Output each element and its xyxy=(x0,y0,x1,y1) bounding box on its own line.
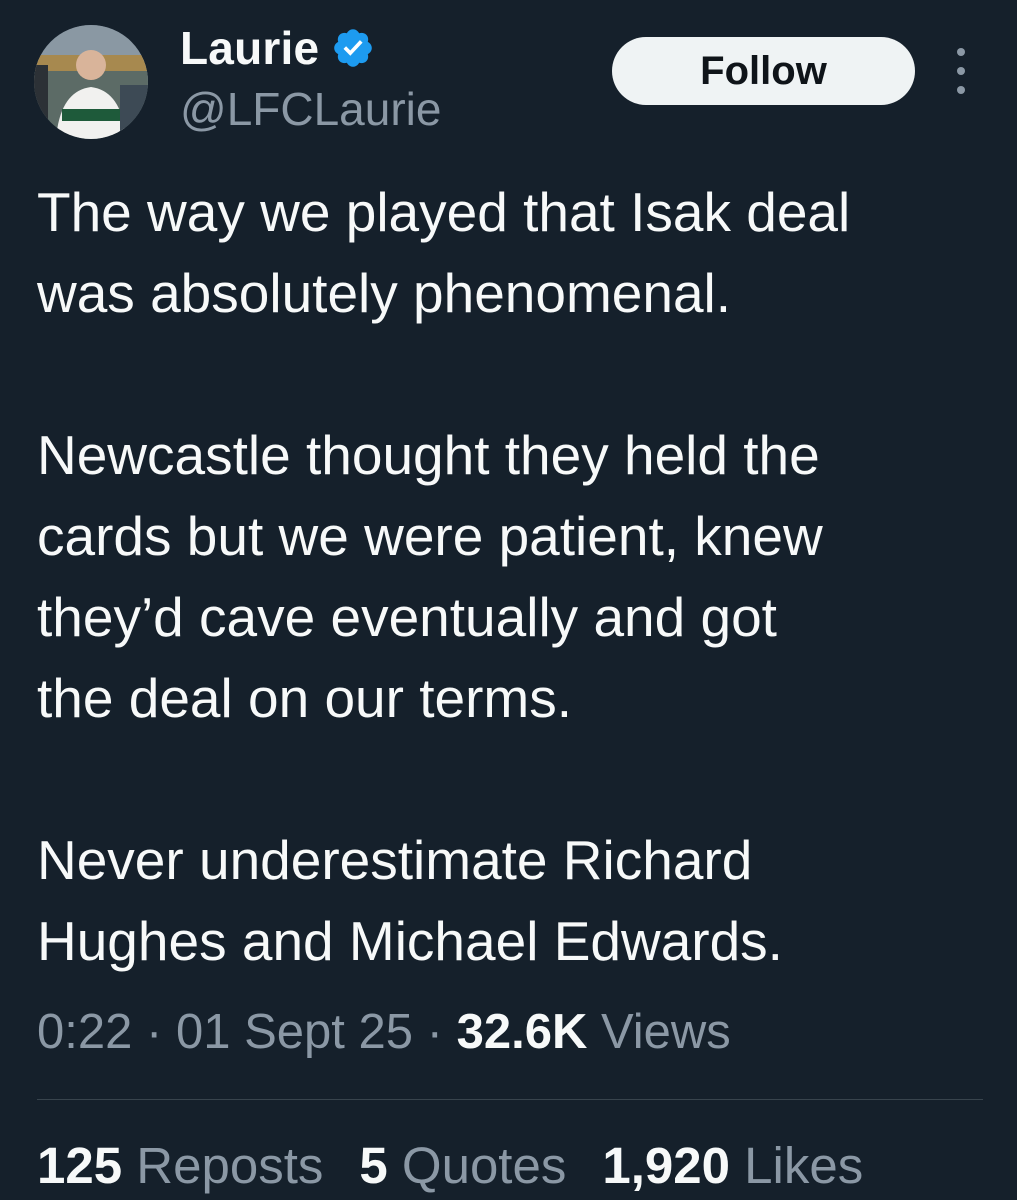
reposts-label: Reposts xyxy=(136,1137,324,1194)
quotes-count: 5 xyxy=(359,1137,388,1194)
author-name-row: Laurie xyxy=(180,20,375,76)
views-count: 32.6K xyxy=(456,1005,588,1059)
tweet-paragraph: Never underestimate Richard Hughes and M… xyxy=(37,820,997,982)
quotes-stat[interactable]: 5 Quotes xyxy=(359,1136,566,1196)
likes-count: 1,920 xyxy=(602,1137,730,1194)
tweet-line: the deal on our terms. xyxy=(37,667,573,729)
avatar-photo xyxy=(34,25,148,139)
author-handle[interactable]: @LFCLaurie xyxy=(180,82,441,136)
avatar[interactable] xyxy=(34,25,148,139)
likes-label: Likes xyxy=(744,1137,864,1194)
meta-separator: · xyxy=(146,1005,163,1059)
tweet-date[interactable]: 01 Sept 25 xyxy=(176,1005,413,1059)
tweet-line: Never underestimate Richard xyxy=(37,829,753,891)
tweet-line: was absolutely phenomenal. xyxy=(37,262,732,324)
tweet-time[interactable]: 0:22 xyxy=(37,1005,132,1059)
tweet-paragraph: Newcastle thought they held the cards bu… xyxy=(37,415,997,739)
tweet-text: The way we played that Isak deal was abs… xyxy=(37,172,997,982)
tweet-line: The way we played that Isak deal xyxy=(37,181,851,243)
tweet-line: cards but we were patient, knew xyxy=(37,505,823,567)
likes-stat[interactable]: 1,920 Likes xyxy=(602,1136,863,1196)
more-dot xyxy=(957,67,965,75)
tweet-paragraph: The way we played that Isak deal was abs… xyxy=(37,172,997,334)
tweet-line: they’d cave eventually and got xyxy=(37,586,777,648)
tweet-line: Newcastle thought they held the xyxy=(37,424,820,486)
more-vertical-icon[interactable] xyxy=(946,48,976,94)
meta-separator: · xyxy=(426,1005,443,1059)
divider xyxy=(37,1099,983,1100)
views-label: Views xyxy=(600,1005,731,1059)
author-display-name[interactable]: Laurie xyxy=(180,21,319,75)
verified-badge-icon xyxy=(334,29,373,67)
tweet-meta: 0:22 · 01 Sept 25 · 32.6K Views xyxy=(37,1002,731,1062)
engagement-stats: 125 Reposts 5 Quotes 1,920 Likes xyxy=(37,1136,863,1196)
more-dot xyxy=(957,86,965,94)
reposts-count: 125 xyxy=(37,1137,123,1194)
tweet-header: Laurie @LFCLaurie Follow xyxy=(0,0,1017,160)
reposts-stat[interactable]: 125 Reposts xyxy=(37,1136,323,1196)
tweet-line: Hughes and Michael Edwards. xyxy=(37,910,783,972)
quotes-label: Quotes xyxy=(401,1137,567,1194)
follow-button[interactable]: Follow xyxy=(612,37,915,105)
more-dot xyxy=(957,48,965,56)
